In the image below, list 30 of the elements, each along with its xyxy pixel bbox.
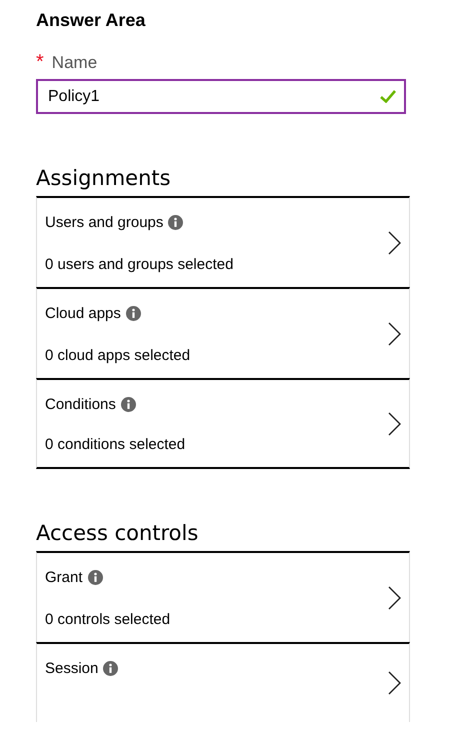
info-icon[interactable] (88, 570, 103, 585)
info-icon[interactable] (126, 306, 141, 321)
chevron-right-icon (388, 322, 401, 346)
chevron-right-icon (388, 230, 401, 254)
navigation-row[interactable]: Session (36, 642, 410, 722)
info-icon[interactable] (168, 215, 184, 230)
selection-summary: 0 cloud apps selected (45, 347, 190, 364)
selection-summary: 0 users and groups selected (45, 256, 234, 273)
section-heading: Assignments (36, 166, 172, 190)
info-icon[interactable] (103, 661, 118, 676)
selection-summary: 0 conditions selected (45, 436, 186, 453)
field-label: Name (52, 53, 98, 73)
navigation-row[interactable]: Cloud apps 0 cloud apps selected (36, 287, 410, 378)
navigation-row[interactable]: Grant 0 controls selected (36, 551, 410, 642)
row-title: Session (45, 660, 98, 677)
chevron-right-icon (388, 586, 401, 610)
answer-area-title: Answer Area (36, 10, 146, 31)
required-mark: * (36, 54, 44, 70)
navigation-row[interactable]: Users and groups 0 users and groups selected (36, 196, 410, 287)
navigation-row[interactable]: Conditions 0 conditions selected (36, 378, 410, 469)
name-input-field[interactable]: Policy1 (36, 79, 406, 114)
row-title: Conditions (45, 396, 116, 413)
selection-summary: 0 controls selected (45, 611, 170, 628)
row-title: Grant (45, 569, 83, 586)
info-icon[interactable] (120, 397, 136, 412)
row-title: Users and groups (45, 214, 164, 231)
chevron-right-icon (388, 412, 401, 436)
chevron-right-icon (388, 671, 401, 695)
section-heading: Access controls (36, 521, 200, 545)
row-title: Cloud apps (45, 305, 121, 322)
